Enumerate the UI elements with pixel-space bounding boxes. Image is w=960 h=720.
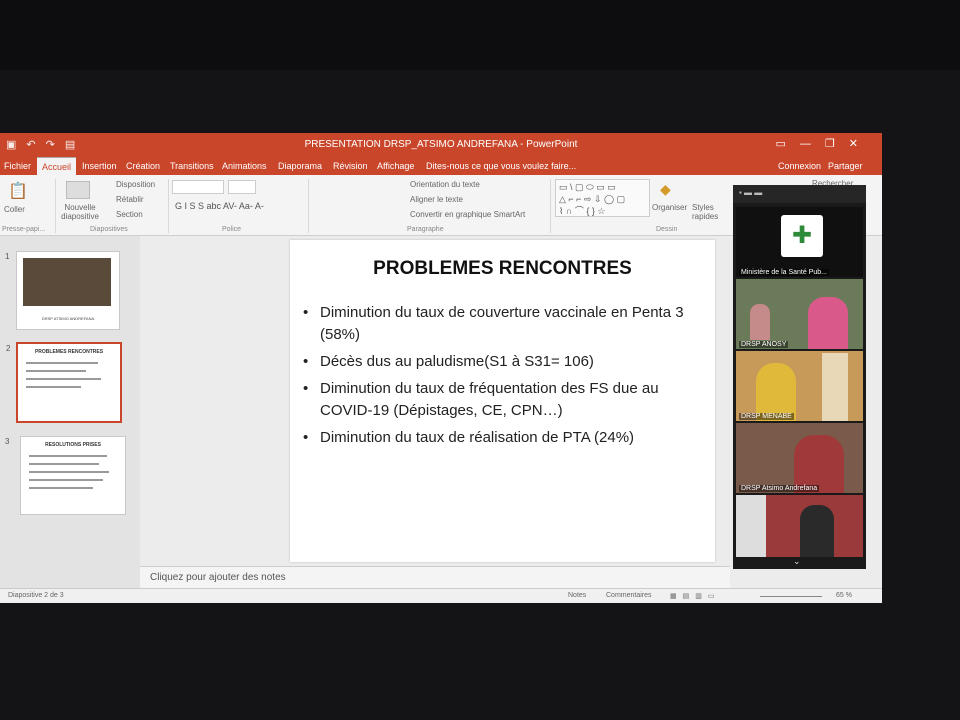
thumbnail-photo [23,258,111,306]
notes-pane[interactable]: Cliquez pour ajouter des notes [140,566,730,589]
slide-title[interactable]: PROBLEMES RENCONTRES [290,258,715,280]
thumbnail-slide-1[interactable]: 1 DRSP ATSIMO ANDREFANA [5,251,120,330]
thumbnail-title: RESOLUTIONS PRISES [45,442,101,448]
group-drawing: Dessin [656,226,678,233]
paste-button[interactable]: Coller [4,205,25,214]
ribbon-tabs: Fichier Accueil Insertion Création Trans… [0,157,882,176]
bullet-item[interactable]: Décès dus au paludisme(S1 à S31= 106) [303,351,715,373]
zoom-slider[interactable] [760,596,822,597]
bullet-item[interactable]: Diminution du taux de réalisation de PTA… [303,427,715,449]
group-slides: Diapositives [90,226,128,233]
tab-animations[interactable]: Animations [222,161,267,171]
notes-placeholder[interactable]: Cliquez pour ajouter des notes [150,572,286,583]
tab-fichier[interactable]: Fichier [4,161,31,171]
participant-tile[interactable]: DRSP Atsimo Andrefana [736,423,863,493]
participant-tile[interactable]: ✚ Ministère de la Santé Pub... [736,207,863,277]
tell-me-box[interactable]: Dites-nous ce que vous voulez faire... [426,161,576,171]
slide-thumbnails-pane: 1 DRSP ATSIMO ANDREFANA 2 PROBLEMES RENC… [0,236,140,588]
participant-name: Ministère de la Santé Pub... [739,269,829,276]
thumbnail-slide-2[interactable]: 2 PROBLEMES RENCONTRES [6,342,122,423]
ministry-logo: ✚ [781,215,823,257]
group-paragraph: Paragraphe [407,226,444,233]
tab-affichage[interactable]: Affichage [377,161,414,171]
paste-icon[interactable]: 📋 [8,181,28,201]
tab-accueil[interactable]: Accueil [37,157,77,176]
slide-bullet-list[interactable]: Diminution du taux de couverture vaccina… [300,302,715,454]
font-size-box[interactable] [228,180,256,194]
thumbnail-number: 2 [6,344,11,353]
slide-counter: Diapositive 2 de 3 [8,592,64,599]
font-name-box[interactable] [172,180,224,194]
thumbnail-number: 3 [5,437,10,446]
title-bar: ▣↶↷▤ PRESENTATION DRSP_ATSIMO ANDREFANA … [0,133,882,157]
share-button[interactable]: Partager [828,161,863,171]
bullet-item[interactable]: Diminution du taux de fréquentation des … [303,378,715,422]
new-slide-icon[interactable] [66,181,90,199]
video-panel-toolbar[interactable]: ▪ ▬ ▬ [733,185,866,203]
thumbnail-slide-3[interactable]: 3 RESOLUTIONS PRISES [5,436,126,515]
comments-toggle[interactable]: Commentaires [606,592,652,599]
smartart-button[interactable]: Convertir en graphique SmartArt [410,210,525,219]
layout-button[interactable]: Disposition [116,180,155,189]
status-bar: Diapositive 2 de 3 Notes Commentaires ▦▤… [0,588,882,603]
tab-diaporama[interactable]: Diaporama [278,161,322,171]
zoom-level[interactable]: 65 % [836,592,852,599]
chevron-down-icon[interactable]: ⌄ [793,556,801,567]
window-title: PRESENTATION DRSP_ATSIMO ANDREFANA - Pow… [304,139,578,150]
bullet-item[interactable]: Diminution du taux de couverture vaccina… [303,302,715,346]
text-direction-button[interactable]: Orientation du texte [410,180,480,189]
slide-canvas[interactable]: PROBLEMES RENCONTRES Diminution du taux … [290,240,715,562]
window-controls[interactable]: ▭—❐✕ [776,137,872,150]
thumbnail-number: 1 [5,252,10,261]
participant-tile[interactable] [736,495,863,557]
tab-transitions[interactable]: Transitions [170,161,214,171]
align-text-button[interactable]: Aligner le texte [410,195,463,204]
section-button[interactable]: Section [116,210,143,219]
participant-tile[interactable]: DRSP ANOSY [736,279,863,349]
thumbnail-caption: DRSP ATSIMO ANDREFANA [41,316,95,321]
participant-tile[interactable]: DRSP MENABE [736,351,863,421]
thumbnail-title: PROBLEMES RENCONTRES [34,349,104,355]
group-clipboard: Presse-papi... [2,226,46,233]
view-buttons[interactable]: ▦▤▥▭ [670,592,720,600]
tab-creation[interactable]: Création [126,161,160,171]
participant-name: DRSP Atsimo Andrefana [739,485,820,492]
panel-controls-icon[interactable]: ▪ ▬ ▬ [739,188,762,197]
shapes-gallery[interactable]: ▭ \ ▢ ⬭ ▭ ▭ △ ⌐ ⌐ ⇨ ⇩ ◯ ▢ ⌇ ∩ ⌒ { } ☆ [555,179,650,217]
video-conference-panel: ▪ ▬ ▬ ✚ Ministère de la Santé Pub... DRS… [733,185,866,569]
participant-name: DRSP MENABE [739,413,794,420]
notes-toggle[interactable]: Notes [568,592,586,599]
group-font: Police [222,226,242,233]
reset-button[interactable]: Rétablir [116,195,144,204]
powerpoint-window: ▣↶↷▤ PRESENTATION DRSP_ATSIMO ANDREFANA … [0,133,882,603]
connexion-link[interactable]: Connexion [778,161,821,171]
font-format-buttons[interactable]: G I S S abc AV- Aa- A- [175,201,264,211]
arrange-icon[interactable]: ◆ [660,181,671,198]
tab-revision[interactable]: Révision [333,161,368,171]
quick-styles-button[interactable]: Styles rapides [692,203,722,221]
tab-insertion[interactable]: Insertion [82,161,117,171]
arrange-button[interactable]: Organiser [652,203,687,212]
participant-name: DRSP ANOSY [739,341,789,348]
new-slide-button[interactable]: Nouvelle diapositive [60,203,100,221]
